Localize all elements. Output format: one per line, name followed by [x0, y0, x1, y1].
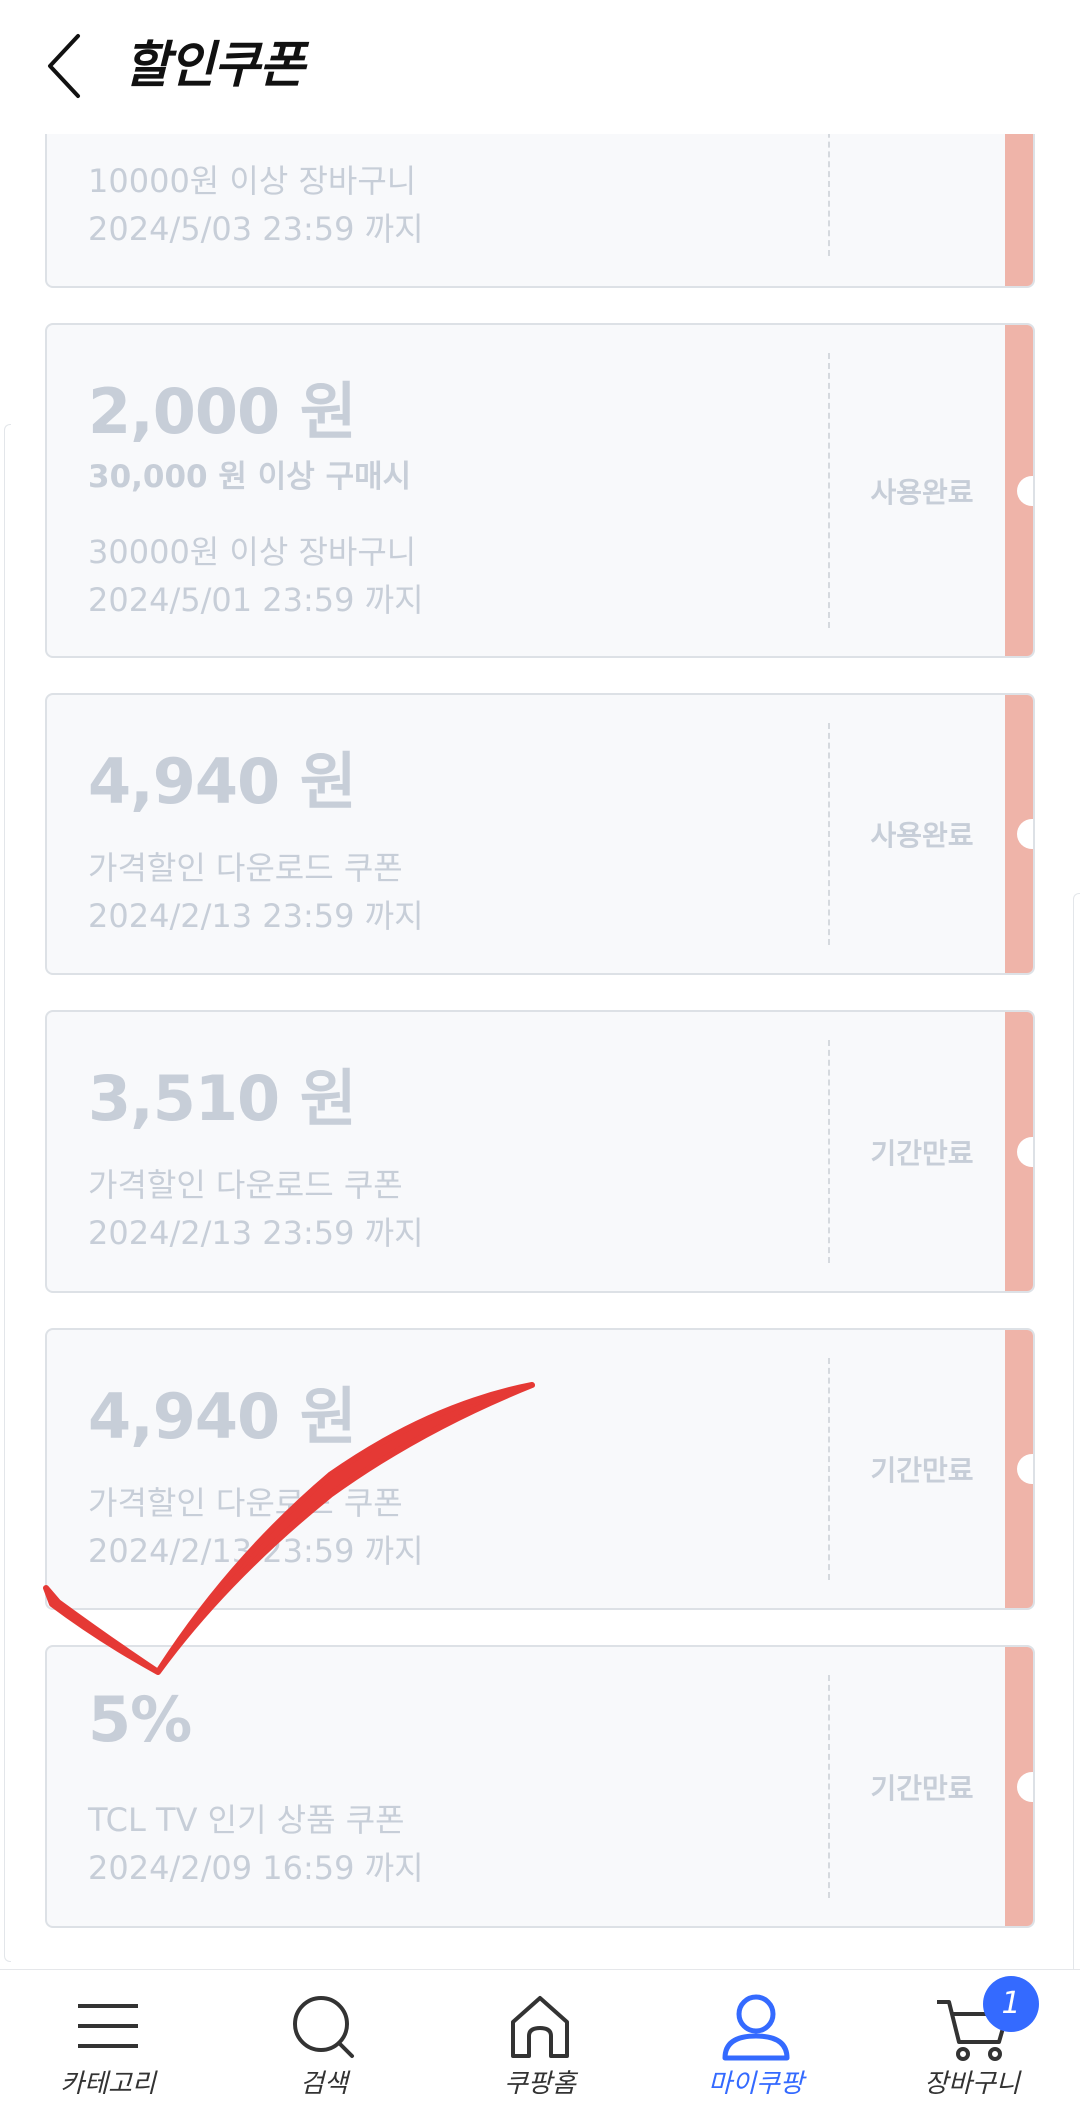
coupon-card[interactable]: 3,510 원 가격할인 다운로드 쿠폰 2024/2/13 23:59 까지 …	[45, 1010, 1035, 1293]
coupon-expiry: 2024/2/13 23:59 까지	[88, 897, 424, 935]
menu-icon	[78, 2004, 138, 2048]
coupon-status: 사용완료	[870, 475, 974, 509]
coupon-amount: 5%	[88, 1683, 192, 1756]
coupon-expiry: 2024/2/09 16:59 까지	[88, 1849, 424, 1887]
coupon-description: 30000원 이상 장바구니	[88, 533, 417, 571]
nav-item-category[interactable]: 카테고리	[0, 1970, 216, 2106]
scroll-track-left	[4, 424, 11, 1962]
coupon-expiry: 2024/5/03 23:59 까지	[88, 210, 424, 248]
home-icon	[511, 1996, 569, 2058]
bottom-nav: 카테고리 검색 쿠팡홈 마이쿠팡 장바구니	[0, 1969, 1080, 2106]
chevron-left-icon	[48, 34, 80, 98]
scroll-track-right	[1073, 893, 1080, 1975]
coupon-card[interactable]: 2,000 원 30,000 원 이상 구매시 30000원 이상 장바구니 2…	[45, 323, 1035, 658]
coupon-card[interactable]: 4,940 원 가격할인 다운로드 쿠폰 2024/2/13 23:59 까지 …	[45, 693, 1035, 975]
nav-item-cart[interactable]: 장바구니	[864, 1970, 1080, 2106]
coupon-description: 10000원 이상 장바구니	[88, 162, 417, 200]
nav-item-mycoupang[interactable]: 마이쿠팡	[648, 1970, 864, 2106]
header: 할인쿠폰	[0, 0, 1080, 134]
cart-badge: 1	[983, 1976, 1039, 2032]
coupon-stub	[1005, 112, 1033, 286]
coupon-amount: 3,510 원	[88, 1062, 357, 1135]
search-icon	[293, 1996, 354, 2058]
nav-label: 마이쿠팡	[708, 2069, 804, 2099]
coupon-amount: 4,940 원	[88, 745, 357, 818]
coupon-condition: 30,000 원 이상 구매시	[88, 459, 412, 495]
nav-label: 검색	[300, 2069, 348, 2099]
coupon-amount: 2,000 원	[88, 375, 357, 448]
nav-label: 쿠팡홈	[504, 2069, 576, 2099]
coupon-status: 사용완료	[870, 819, 974, 852]
coupon-card[interactable]: 5% TCL TV 인기 상품 쿠폰 2024/2/09 16:59 까지 기간…	[45, 1645, 1035, 1928]
coupon-description: 가격할인 다운로드 쿠폰	[88, 1166, 403, 1204]
coupon-description: 가격할인 다운로드 쿠폰	[88, 849, 403, 887]
coupon-divider	[828, 1358, 830, 1580]
nav-label: 카테고리	[60, 2069, 156, 2099]
coupon-amount: 4,940 원	[88, 1380, 357, 1453]
coupon-expiry: 2024/2/13 23:59 까지	[88, 1214, 424, 1252]
coupon-divider	[828, 1040, 830, 1263]
coupon-status: 기간만료	[870, 1136, 974, 1170]
coupon-card[interactable]: 10000원 이상 장바구니 2024/5/03 23:59 까지	[45, 110, 1035, 288]
coupon-expiry: 2024/2/13 23:59 까지	[88, 1532, 424, 1570]
nav-item-home[interactable]: 쿠팡홈	[432, 1970, 648, 2106]
back-button[interactable]	[40, 30, 100, 100]
coupon-description: 가격할인 다운로드 쿠폰	[88, 1484, 403, 1522]
coupon-divider	[828, 353, 830, 628]
nav-label: 장바구니	[924, 2069, 1020, 2099]
coupon-card[interactable]: 4,940 원 가격할인 다운로드 쿠폰 2024/2/13 23:59 까지 …	[45, 1328, 1035, 1610]
coupon-divider	[828, 723, 830, 945]
user-icon	[722, 1994, 790, 2061]
nav-item-search[interactable]: 검색	[216, 1970, 432, 2106]
coupon-divider	[828, 1675, 830, 1898]
coupon-expiry: 2024/5/01 23:59 까지	[88, 581, 424, 619]
coupon-status: 기간만료	[870, 1771, 974, 1805]
coupon-status: 기간만료	[870, 1454, 974, 1487]
coupon-description: TCL TV 인기 상품 쿠폰	[88, 1801, 405, 1839]
page-title: 할인쿠폰	[124, 36, 305, 94]
